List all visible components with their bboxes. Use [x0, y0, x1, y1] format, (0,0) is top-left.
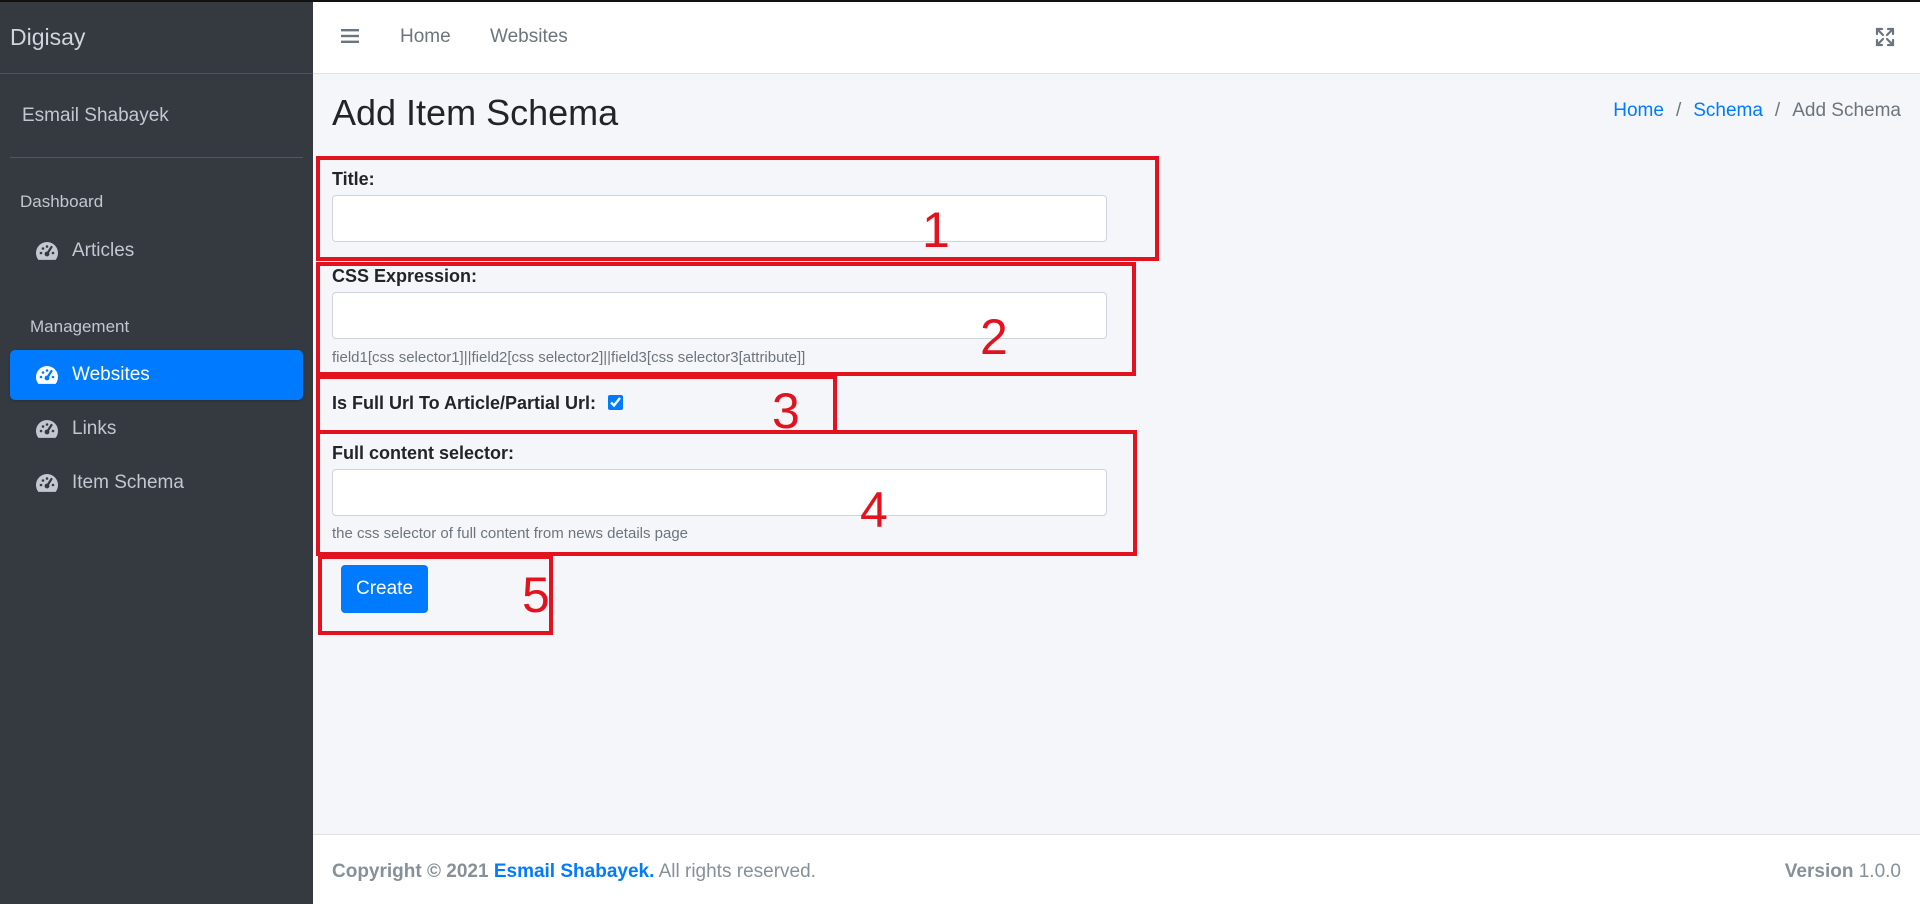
navbar-home-link[interactable]: Home: [400, 26, 451, 48]
navbar-websites-link[interactable]: Websites: [490, 26, 568, 48]
annotation-box-5: [318, 555, 553, 635]
user-panel[interactable]: Esmail Shabayek: [10, 74, 303, 158]
sidebar-item-websites[interactable]: Websites: [10, 350, 303, 400]
tachometer-icon: [34, 418, 60, 440]
sidebar: Digisay Esmail Shabayek Dashboard Articl…: [0, 2, 313, 904]
tachometer-icon: [34, 364, 60, 386]
nav-header-management: Management: [30, 317, 130, 336]
tachometer-icon: [34, 240, 60, 262]
version-label: Version: [1784, 861, 1854, 882]
breadcrumb-schema[interactable]: Schema: [1693, 100, 1763, 122]
top-navbar: Home Websites: [313, 2, 1920, 74]
page-title: Add Item Schema: [332, 92, 619, 133]
annotation-box-1: [316, 156, 1159, 261]
footer-copyright: Copyright © 2021 Esmail Shabayek. All ri…: [332, 861, 816, 883]
footer-version: Version 1.0.0: [1785, 861, 1901, 883]
sidebar-item-links[interactable]: Links: [10, 404, 303, 454]
sidebar-item-item-schema[interactable]: Item Schema: [10, 458, 303, 508]
breadcrumb-current: Add Schema: [1792, 100, 1901, 121]
footer: Copyright © 2021 Esmail Shabayek. All ri…: [313, 834, 1920, 904]
annotation-number-4: 4: [860, 482, 888, 538]
fullscreen-expand-icon[interactable]: [1875, 27, 1895, 47]
breadcrumb-separator: /: [1675, 100, 1682, 121]
annotation-box-4: [316, 430, 1137, 556]
nav-header-dashboard: Dashboard: [20, 192, 104, 211]
sidebar-item-articles[interactable]: Articles: [10, 226, 303, 276]
sidebar-item-label: Websites: [72, 364, 150, 385]
window-top-border: [0, 0, 1920, 2]
tachometer-icon: [34, 472, 60, 494]
annotation-number-5: 5: [522, 567, 550, 623]
sidebar-item-label: Articles: [72, 240, 135, 261]
annotation-number-3: 3: [772, 383, 800, 439]
version-number: 1.0.0: [1858, 861, 1901, 882]
annotation-number-2: 2: [980, 309, 1008, 365]
breadcrumb: Home / Schema / Add Schema: [1613, 100, 1901, 122]
footer-author-link[interactable]: Esmail Shabayek.: [494, 861, 655, 882]
hamburger-menu-icon[interactable]: [341, 28, 359, 44]
annotation-box-3: [316, 375, 837, 434]
sidebar-item-label: Item Schema: [72, 472, 184, 493]
annotation-box-2: [316, 262, 1136, 376]
annotation-number-1: 1: [922, 202, 950, 258]
breadcrumb-separator: /: [1774, 100, 1781, 121]
breadcrumb-home[interactable]: Home: [1613, 100, 1664, 122]
brand-link[interactable]: Digisay: [0, 2, 313, 74]
copyright-text: Copyright © 2021: [332, 861, 489, 882]
footer-rights-text: All rights reserved.: [658, 861, 816, 882]
sidebar-item-label: Links: [72, 418, 117, 439]
